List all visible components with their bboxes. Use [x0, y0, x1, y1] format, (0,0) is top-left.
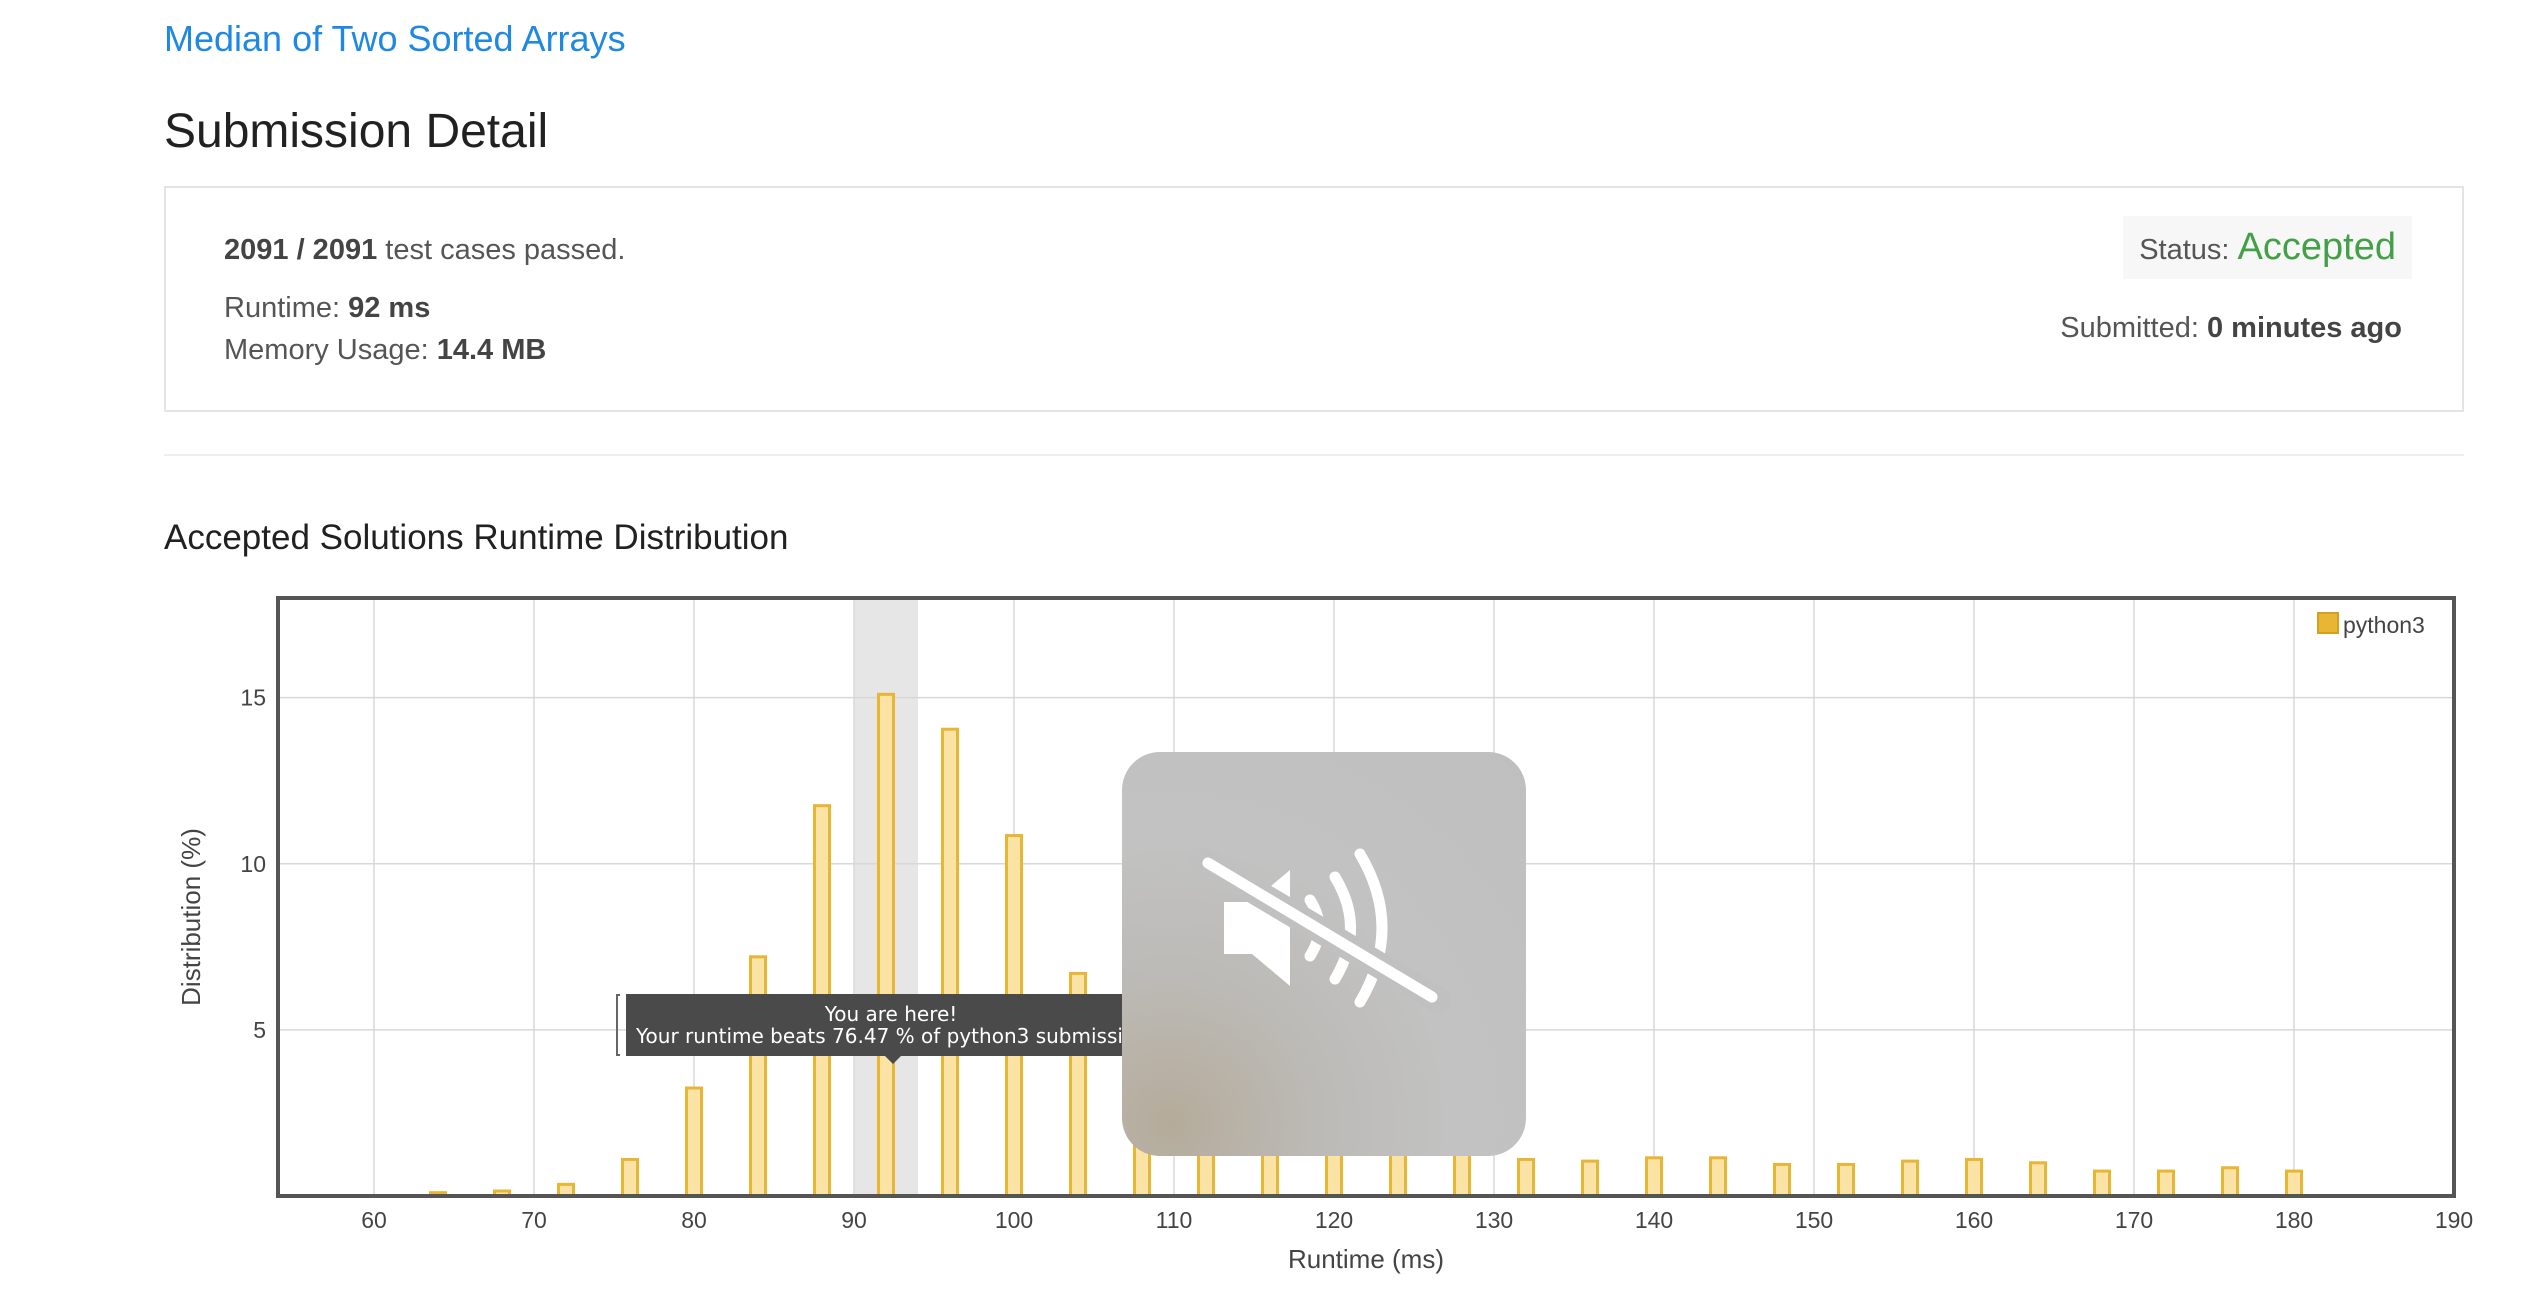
- bar: [877, 692, 895, 1198]
- y-tick-label: 10: [240, 851, 266, 877]
- bar: [685, 1086, 703, 1198]
- x-tick-label: 100: [995, 1207, 1033, 1233]
- x-tick-label: 190: [2435, 1207, 2473, 1233]
- bar: [2285, 1169, 2303, 1198]
- tooltip-bracket: [616, 994, 620, 1056]
- bar: [749, 955, 767, 1198]
- x-tick-label: 80: [681, 1207, 707, 1233]
- y-tick-label: 5: [253, 1017, 266, 1043]
- bar: [1645, 1156, 1663, 1198]
- bar: [1901, 1159, 1919, 1198]
- bar: [941, 727, 959, 1198]
- bar: [1581, 1159, 1599, 1198]
- bar: [621, 1157, 639, 1198]
- y-tick-label: 15: [240, 685, 266, 711]
- bar: [1773, 1162, 1791, 1198]
- tooltip-arrow: [885, 1056, 901, 1064]
- bar: [1453, 1147, 1471, 1198]
- bar: [1709, 1156, 1727, 1198]
- x-tick-label: 150: [1795, 1207, 1833, 1233]
- x-tick-label: 90: [841, 1207, 867, 1233]
- legend-swatch: [2317, 612, 2339, 634]
- legend-label: python3: [2343, 612, 2425, 638]
- x-tick-label: 120: [1315, 1207, 1353, 1233]
- x-tick-label: 130: [1475, 1207, 1513, 1233]
- tooltip-line-2: Your runtime beats 76.47 % of python3 su…: [636, 1024, 1132, 1048]
- bar: [1517, 1157, 1535, 1198]
- y-axis-title: Distribution (%): [176, 828, 206, 1006]
- tooltip-line-1: You are here!: [824, 1002, 958, 1026]
- bar: [2029, 1161, 2047, 1198]
- mute-overlay: [1122, 752, 1526, 1156]
- x-tick-label: 180: [2275, 1207, 2313, 1233]
- bar: [2157, 1169, 2175, 1198]
- x-tick-label: 170: [2115, 1207, 2153, 1233]
- bar: [1837, 1162, 1855, 1198]
- runtime-tooltip: You are here! Your runtime beats 76.47 %…: [626, 994, 1132, 1056]
- speaker-muted-icon: [1189, 847, 1451, 1013]
- x-axis-title: Runtime (ms): [1288, 1244, 1444, 1274]
- bar: [1965, 1157, 1983, 1198]
- x-tick-label: 110: [1156, 1207, 1193, 1233]
- bar: [2093, 1169, 2111, 1198]
- x-tick-label: 70: [521, 1207, 547, 1233]
- x-tick-label: 140: [1635, 1207, 1673, 1233]
- bar: [2221, 1166, 2239, 1198]
- x-tick-label: 60: [361, 1207, 387, 1233]
- x-tick-label: 160: [1955, 1207, 1993, 1233]
